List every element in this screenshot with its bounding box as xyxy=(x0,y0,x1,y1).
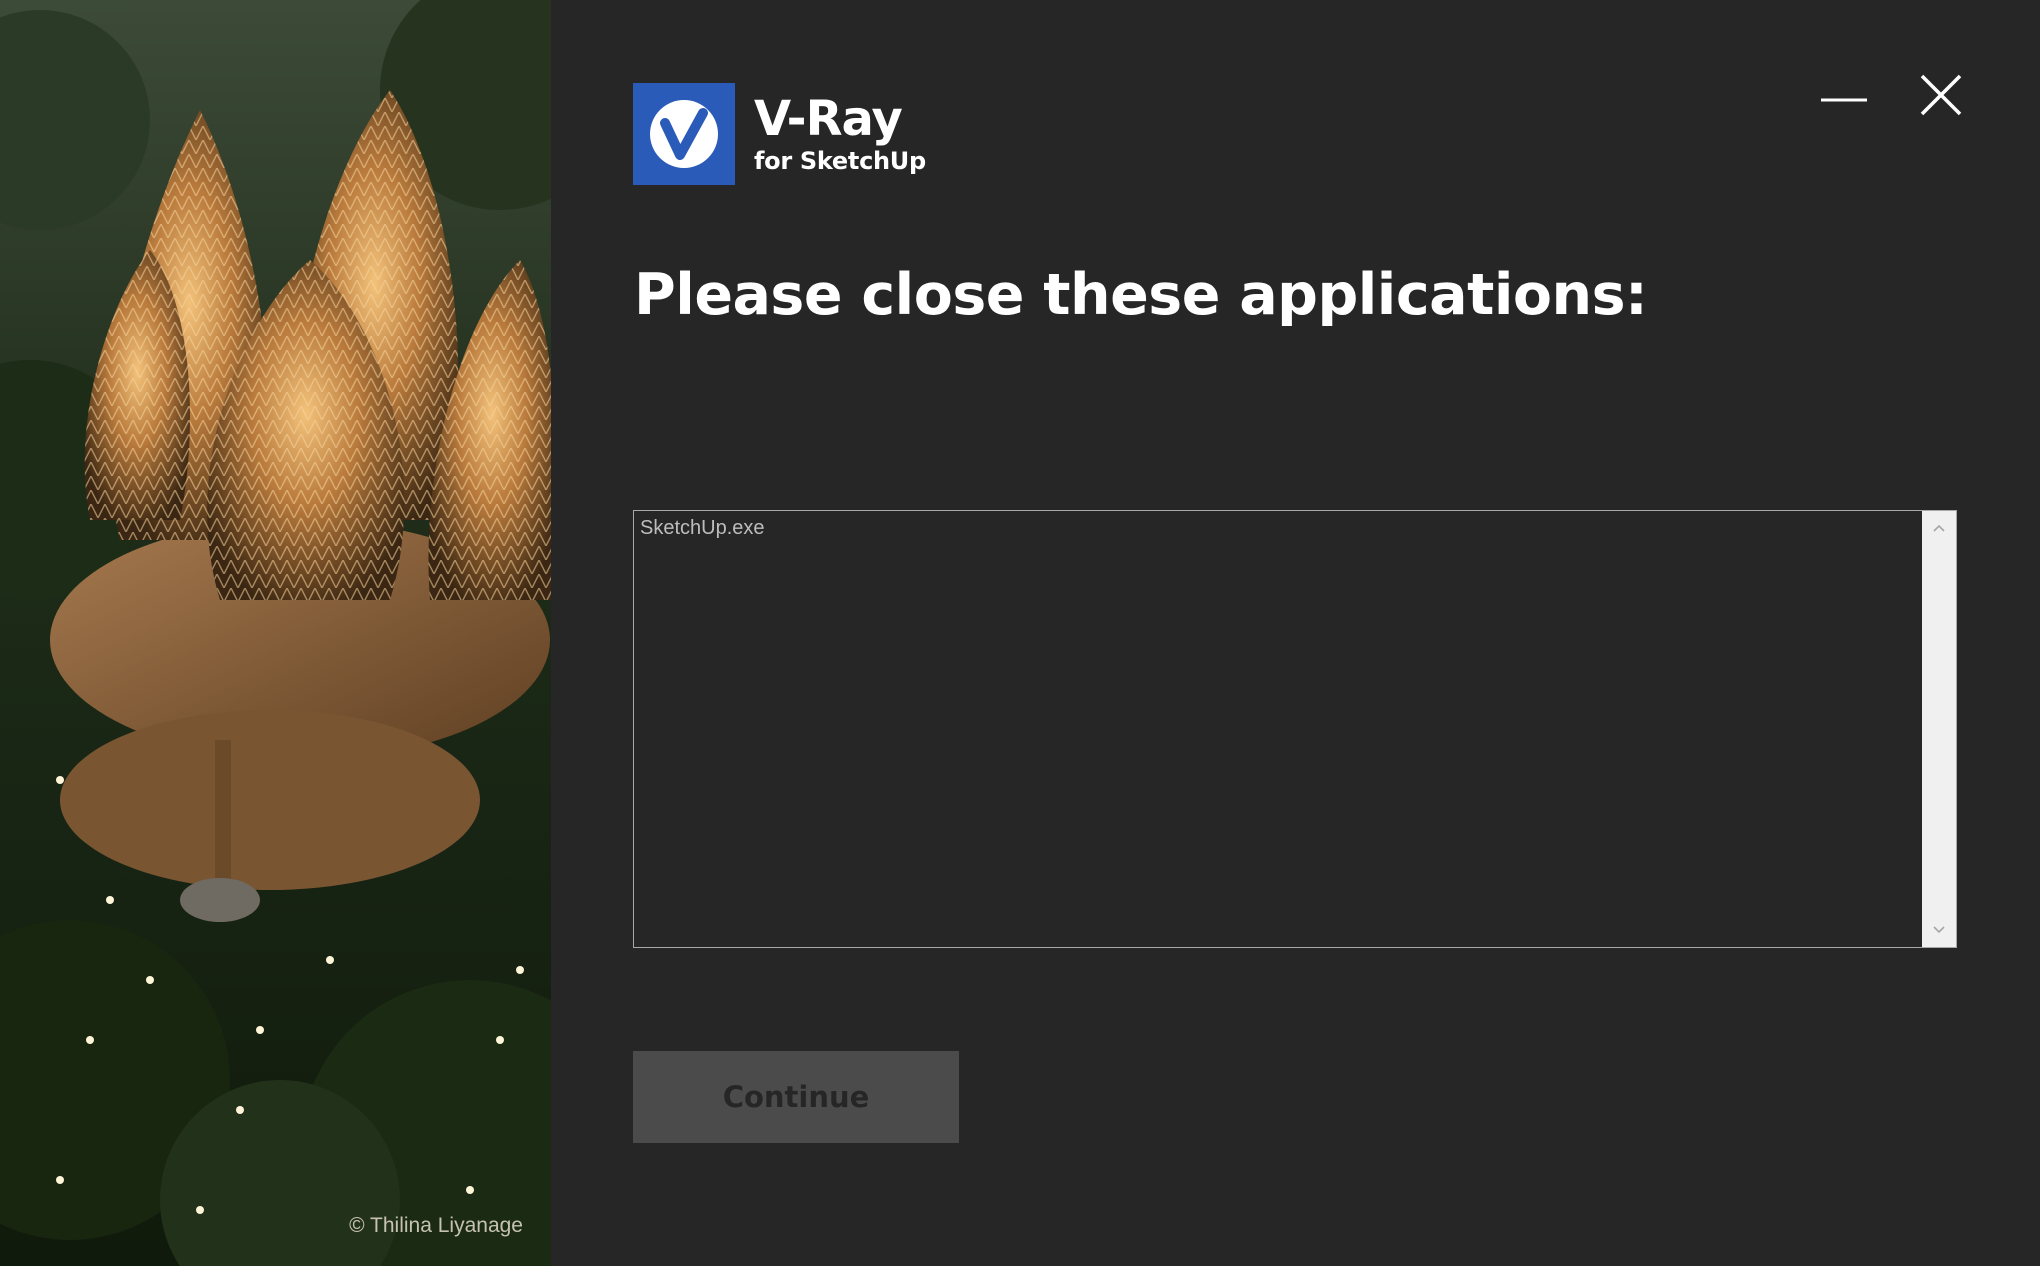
list-item[interactable]: SketchUp.exe xyxy=(640,517,765,540)
bamboo-pavilion-render xyxy=(0,0,551,1266)
chevron-up-icon xyxy=(1933,524,1945,532)
logo-subtitle: for SketchUp xyxy=(754,147,926,175)
logo-title: V-Ray xyxy=(754,91,903,147)
vray-logo: V-Ray for SketchUp xyxy=(633,83,926,185)
installer-window: © Thilina Liyanage V-Ray for SketchUp Pl… xyxy=(0,0,2040,1266)
page-title: Please close these applications: xyxy=(634,262,1648,328)
image-credit: © Thilina Liyanage xyxy=(349,1214,523,1237)
close-button[interactable] xyxy=(1916,70,1966,120)
minimize-button[interactable] xyxy=(1819,70,1869,120)
scroll-down-button[interactable] xyxy=(1922,915,1956,945)
scroll-up-button[interactable] xyxy=(1922,513,1956,543)
minimize-icon xyxy=(1821,98,1867,102)
chevron-down-icon xyxy=(1933,926,1945,934)
hero-artwork: © Thilina Liyanage xyxy=(0,0,551,1266)
vertical-scrollbar[interactable] xyxy=(1922,511,1956,947)
close-icon xyxy=(1920,74,1962,116)
vray-logo-icon xyxy=(633,83,735,185)
applications-listbox[interactable]: SketchUp.exe xyxy=(633,510,1957,948)
continue-button[interactable]: Continue xyxy=(633,1051,959,1143)
